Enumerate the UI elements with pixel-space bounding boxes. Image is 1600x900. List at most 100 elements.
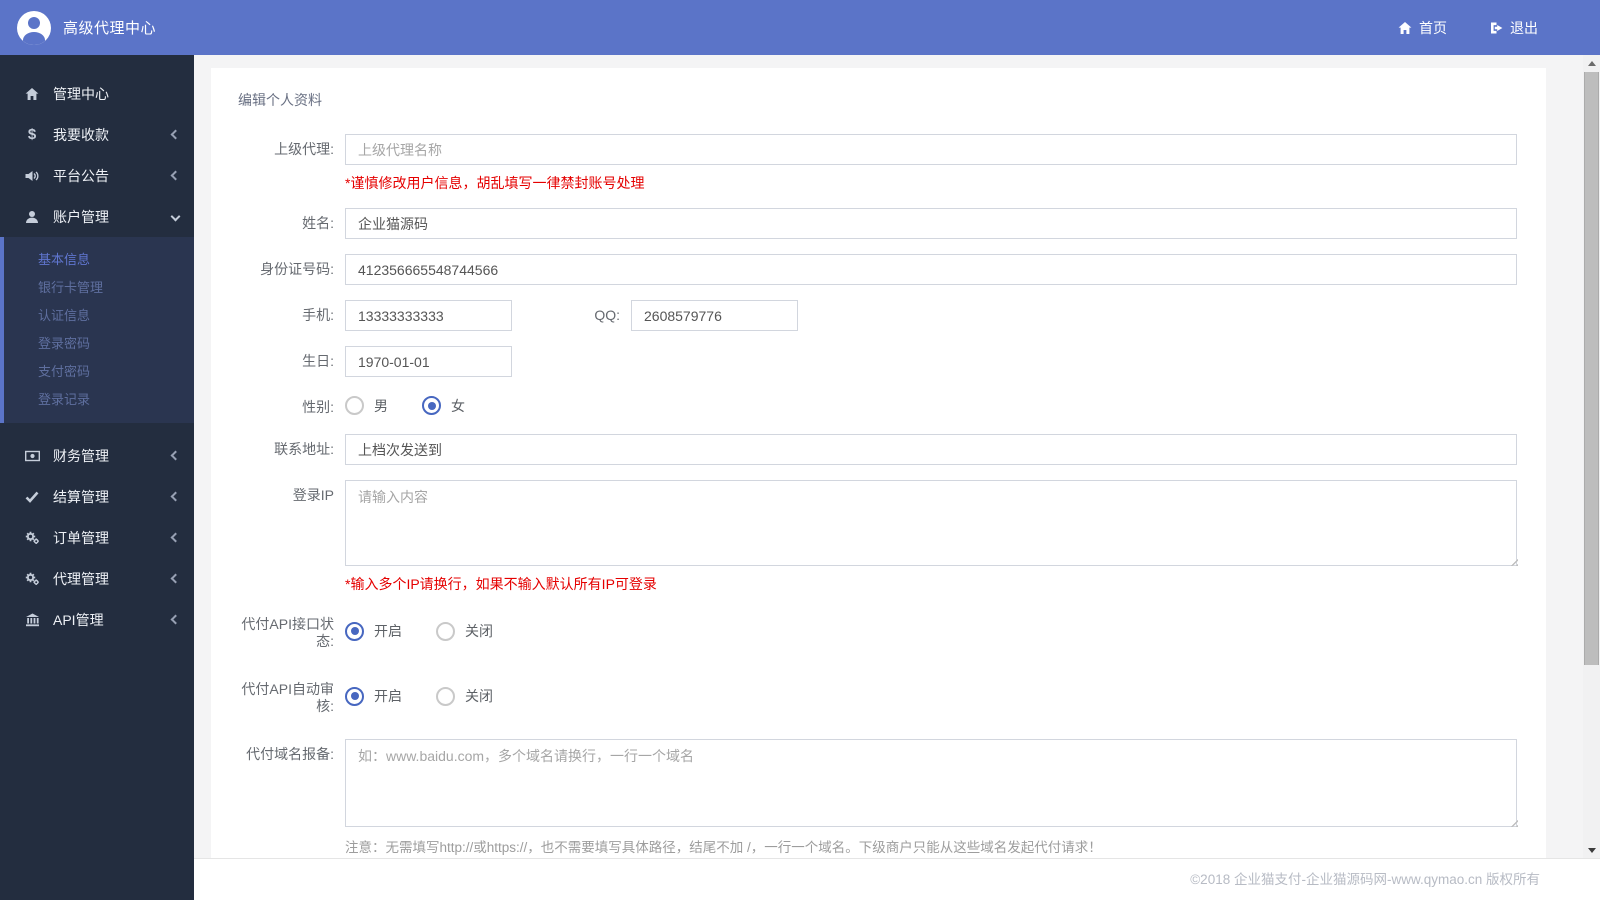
address-label: 联系地址: [274,441,334,457]
field-api-auto-audit: 代付API自动审核: 开启 关闭 [238,674,1506,715]
account-submenu: 基本信息 银行卡管理 认证信息 登录密码 支付密码 登录记录 [0,237,194,423]
chevron-left-icon [170,573,181,584]
payout-domains-note: 注意：无需填写http://或https://，也不需要填写具体路径，结尾不加 … [345,840,1102,855]
chevron-left-icon [170,532,181,543]
sidebar-item-label: 平台公告 [53,167,109,184]
submenu-item-bank-cards[interactable]: 银行卡管理 [4,274,194,302]
api-auto-audit-on-label: 开启 [374,688,402,704]
sidebar-item-agents[interactable]: 代理管理 [0,558,194,599]
superior-agent-label: 上级代理: [274,141,334,157]
sign-out-icon [1489,21,1503,35]
gender-male-label: 男 [374,397,388,414]
sidebar-item-finance[interactable]: 财务管理 [0,435,194,476]
sidebar-item-account[interactable]: 账户管理 [0,196,194,237]
sidebar-item-announcements[interactable]: 平台公告 [0,155,194,196]
sidebar-item-label: 我要收款 [53,126,109,143]
scroll-down-arrow-icon[interactable] [1583,842,1600,858]
api-status-off-radio[interactable] [436,621,455,641]
volume-icon [24,169,40,183]
submenu-item-pay-password[interactable]: 支付密码 [4,358,194,386]
edit-profile-form: 编辑个人资料 上级代理: *谨慎修改用户信息，胡乱填写一律禁封账号处理 姓名: … [211,68,1546,856]
check-icon [24,491,40,503]
sidebar-item-label: 管理中心 [53,85,109,102]
bank-icon [24,613,40,627]
api-status-label: 代付API接口状态: [241,616,334,649]
submenu-item-login-records[interactable]: 登录记录 [4,386,194,414]
login-ip-warning: *输入多个IP请换行，如果不输入默认所有IP可登录 [345,576,657,592]
mobile-label: 手机: [302,307,334,323]
nav-logout-link[interactable]: 退出 [1489,18,1538,38]
api-auto-audit-label: 代付API自动审核: [241,681,334,714]
api-status-on-radio[interactable] [345,621,364,641]
top-navbar: 高级代理中心 首页 退出 [0,0,1600,55]
chevron-left-icon [170,450,181,461]
sidebar-item-collect[interactable]: $ 我要收款 [0,114,194,155]
scroll-up-arrow-icon[interactable] [1583,55,1600,71]
mobile-input[interactable] [345,300,512,331]
sidebar-item-label: 结算管理 [53,488,109,505]
api-status-on-label: 开启 [374,623,402,639]
sidebar-item-label: 订单管理 [53,529,109,546]
copyright-text: ©2018 企业猫支付-企业猫源码网-www.qymao.cn 版权所有 [1190,872,1540,887]
sidebar-item-settlement[interactable]: 结算管理 [0,476,194,517]
chevron-left-icon [170,491,181,502]
field-address: 联系地址: [238,434,1517,465]
id-number-input[interactable] [345,254,1517,285]
login-ip-textarea[interactable] [345,480,1517,566]
cogs-icon [24,572,40,586]
superior-agent-input[interactable] [345,134,1517,165]
api-auto-audit-on-radio[interactable] [345,686,364,706]
chevron-left-icon [170,614,181,625]
scrollbar-thumb[interactable] [1584,72,1599,665]
superior-agent-warning: *谨慎修改用户信息，胡乱填写一律禁封账号处理 [345,175,645,191]
dollar-icon: $ [27,126,37,143]
chevron-down-icon [170,211,181,222]
name-input[interactable] [345,208,1517,239]
field-id-number: 身份证号码: [238,254,1517,285]
field-name: 姓名: [238,208,1517,239]
sidebar-item-label: 账户管理 [53,208,109,225]
page-footer: ©2018 企业猫支付-企业猫源码网-www.qymao.cn 版权所有 [194,858,1600,900]
field-gender: 性别: 男 女 [238,392,1506,416]
vertical-scrollbar[interactable] [1583,55,1600,858]
chevron-left-icon [170,170,181,181]
api-auto-audit-off-radio[interactable] [436,686,455,706]
sidebar-item-orders[interactable]: 订单管理 [0,517,194,558]
sidebar-item-label: 代理管理 [53,570,109,587]
payout-domains-textarea[interactable] [345,739,1517,827]
name-label: 姓名: [302,215,334,231]
profile-card: 编辑个人资料 上级代理: *谨慎修改用户信息，胡乱填写一律禁封账号处理 姓名: … [211,68,1546,858]
field-api-status: 代付API接口状态: 开启 关闭 [238,609,1506,650]
field-login-ip: 登录IP *输入多个IP请换行，如果不输入默认所有IP可登录 [238,480,1518,594]
qq-input[interactable] [631,300,798,331]
id-number-label: 身份证号码: [260,261,334,277]
payout-domains-label: 代付域名报备: [246,746,334,762]
home-icon [24,87,40,101]
sidebar-item-label: 财务管理 [53,447,109,464]
cogs-icon [24,531,40,545]
address-input[interactable] [345,434,1517,465]
app-title: 高级代理中心 [63,20,157,37]
api-status-off-label: 关闭 [465,623,493,639]
home-icon [1398,21,1412,35]
user-avatar-icon[interactable] [17,10,51,45]
sidebar-item-admin-center[interactable]: 管理中心 [0,73,194,114]
submenu-item-login-password[interactable]: 登录密码 [4,330,194,358]
submenu-item-basic-info[interactable]: 基本信息 [4,246,194,274]
user-icon [24,210,40,224]
login-ip-label: 登录IP [292,487,334,503]
field-birthday: 生日: [238,346,1506,377]
nav-home-link[interactable]: 首页 [1398,18,1447,38]
sidebar-item-api[interactable]: API管理 [0,599,194,640]
main-content: 编辑个人资料 上级代理: *谨慎修改用户信息，胡乱填写一律禁封账号处理 姓名: … [194,55,1600,900]
chevron-left-icon [170,129,181,140]
navbar-right: 首页 退出 [1398,18,1600,38]
gender-female-radio[interactable] [422,396,441,415]
field-payout-domains: 代付域名报备: 注意：无需填写http://或https://，也不需要填写具体… [238,739,1518,856]
birthday-input[interactable] [345,346,512,377]
gender-female-label: 女 [451,397,465,414]
field-superior-agent: 上级代理: *谨慎修改用户信息，胡乱填写一律禁封账号处理 [238,134,1517,193]
gender-male-radio[interactable] [345,396,364,415]
form-title: 编辑个人资料 [238,92,322,108]
submenu-item-verification[interactable]: 认证信息 [4,302,194,330]
